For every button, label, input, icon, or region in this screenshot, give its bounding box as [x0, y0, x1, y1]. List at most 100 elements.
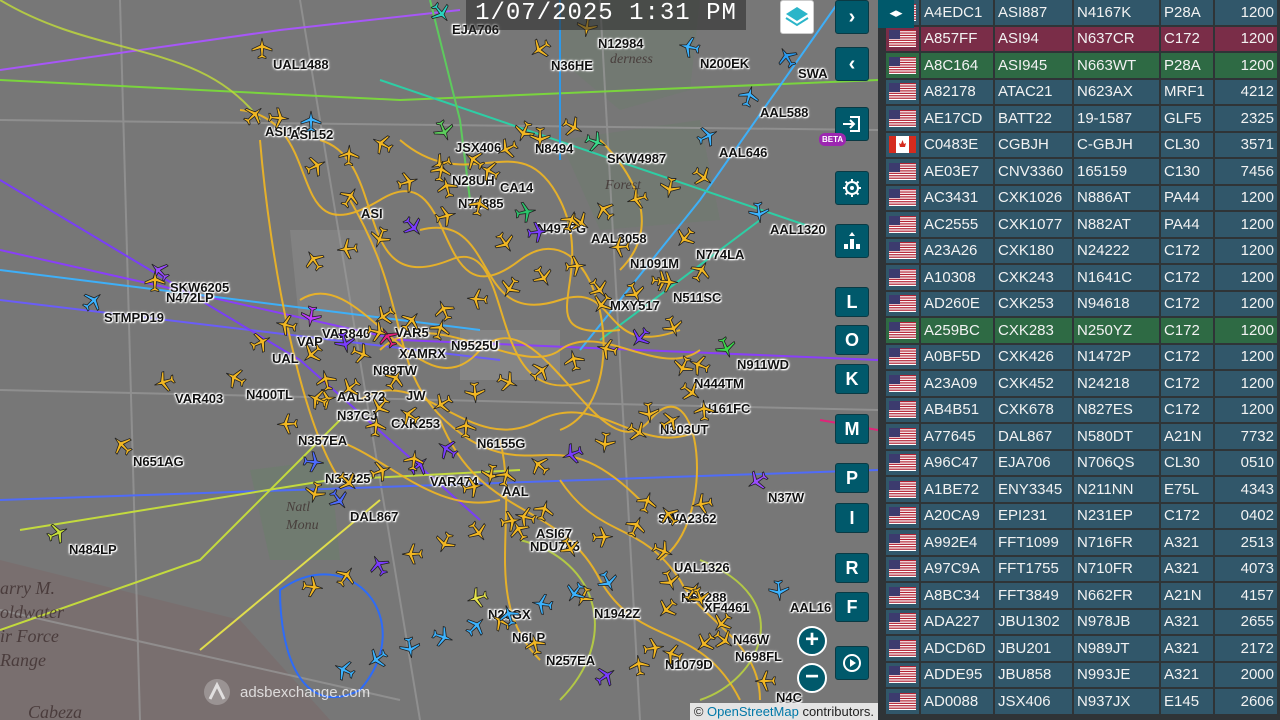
hotkey-button-f[interactable]: F — [835, 592, 869, 622]
aircraft-label[interactable]: N357EA — [298, 433, 347, 448]
aircraft-icon[interactable] — [593, 431, 617, 455]
aircraft-icon[interactable] — [364, 414, 388, 438]
table-row[interactable]: A77645 DAL867 N580DT A21N 7732 — [886, 424, 1277, 449]
aircraft-icon[interactable] — [144, 270, 166, 293]
table-row[interactable]: A20CA9 EPI231 N231EP C172 0402 — [886, 503, 1277, 528]
aircraft-icon[interactable] — [397, 635, 422, 660]
aircraft-icon[interactable] — [656, 270, 679, 293]
aircraft-label[interactable]: N200EK — [700, 56, 749, 71]
table-row[interactable]: AC3431 CXK1026 N886AT PA44 1200 — [886, 185, 1277, 210]
aircraft-icon[interactable] — [465, 287, 489, 310]
aircraft-label[interactable]: N6155G — [477, 436, 525, 451]
aircraft-icon[interactable] — [767, 579, 791, 603]
aircraft-label[interactable]: N698FL — [735, 649, 782, 664]
aircraft-icon[interactable] — [747, 201, 772, 226]
aircraft-icon[interactable] — [627, 653, 652, 678]
aircraft-icon[interactable] — [402, 448, 427, 473]
next-button[interactable]: › — [835, 0, 869, 34]
table-row[interactable]: AD260E CXK253 N94618 C172 1200 — [886, 291, 1277, 316]
hotkey-button-o[interactable]: O — [835, 325, 869, 355]
zoom-out-button[interactable]: − — [797, 663, 827, 693]
table-row[interactable]: A992E4 FFT1099 N716FR A321 2513 — [886, 530, 1277, 555]
table-row[interactable]: AE03E7 CNV3360 165159 C130 7456 — [886, 159, 1277, 184]
aircraft-icon[interactable] — [455, 416, 478, 439]
aircraft-icon[interactable] — [529, 126, 551, 149]
aircraft-label[interactable]: N1942Z — [594, 606, 640, 621]
hotkey-button-p[interactable]: P — [835, 463, 869, 493]
aircraft-label[interactable]: N46W — [733, 632, 769, 647]
aircraft-label[interactable]: N257EA — [546, 653, 595, 668]
hotkey-button-m[interactable]: M — [835, 414, 869, 444]
hotkey-button-r[interactable]: R — [835, 553, 869, 583]
panel-toggle-button[interactable]: ◂▸ — [878, 0, 914, 28]
table-row[interactable]: AC2555 CXK1077 N882AT PA44 1200 — [886, 212, 1277, 237]
aircraft-label[interactable]: CA14 — [500, 180, 533, 195]
aircraft-label[interactable]: VAR403 — [175, 391, 223, 406]
table-row[interactable]: A10308 CXK243 N1641C C172 1200 — [886, 265, 1277, 290]
aircraft-label[interactable]: UAL1326 — [674, 560, 730, 575]
table-row[interactable]: A259BC CXK283 N250YZ C172 1200 — [886, 318, 1277, 343]
aircraft-label[interactable]: N9525U — [451, 338, 499, 353]
aircraft-icon[interactable] — [401, 543, 424, 565]
table-row[interactable]: A8C164 ASI945 N663WT P28A 1200 — [886, 53, 1277, 78]
hotkey-button-i[interactable]: I — [835, 503, 869, 533]
aircraft-label[interactable]: JW — [406, 388, 426, 403]
settings-button[interactable] — [835, 171, 869, 205]
aircraft-label[interactable]: STMPD19 — [104, 310, 164, 325]
prev-button[interactable]: ‹ — [835, 47, 869, 81]
osm-link[interactable]: OpenStreetMap — [707, 704, 799, 719]
table-row[interactable]: A23A26 CXK180 N24222 C172 1200 — [886, 238, 1277, 263]
aircraft-icon[interactable] — [338, 144, 361, 167]
aircraft-icon[interactable] — [302, 450, 326, 474]
table-row[interactable]: ADA227 JBU1302 N978JB A321 2655 — [886, 609, 1277, 634]
hotkey-button-l[interactable]: L — [835, 287, 869, 317]
aircraft-icon[interactable] — [276, 413, 299, 436]
aircraft-label[interactable]: SWA — [798, 66, 828, 81]
layers-button[interactable] — [780, 0, 814, 34]
table-row[interactable]: C0483E CGBJH C-GBJH CL30 3571 — [886, 132, 1277, 157]
aircraft-icon[interactable] — [267, 106, 290, 129]
aircraft-label[interactable]: N12984 — [598, 36, 644, 51]
aircraft-label[interactable]: UAL — [272, 351, 299, 366]
table-row[interactable]: A1BE72 ENY3345 N211NN E75L 4343 — [886, 477, 1277, 502]
aircraft-icon[interactable] — [335, 237, 359, 261]
altitude-button[interactable] — [835, 224, 869, 258]
table-row[interactable]: ADCD6D JBU201 N989JT A321 2172 — [886, 636, 1277, 661]
aircraft-icon[interactable] — [498, 508, 523, 533]
aircraft-label[interactable]: N511SC — [673, 290, 721, 305]
hotkey-button-k[interactable]: K — [835, 364, 869, 394]
aircraft-label[interactable]: N400TL — [246, 387, 293, 402]
aircraft-icon[interactable] — [460, 474, 486, 500]
aircraft-label[interactable]: N36HE — [551, 58, 593, 73]
table-row[interactable]: A8BC34 FFT3849 N662FR A21N 4157 — [886, 583, 1277, 608]
aircraft-label[interactable]: ASI — [361, 206, 383, 221]
aircraft-label[interactable]: N472LP — [166, 290, 214, 305]
aircraft-icon[interactable] — [564, 254, 588, 278]
aircraft-label[interactable]: SKW4987 — [607, 151, 666, 166]
aircraft-icon[interactable] — [607, 235, 631, 258]
aircraft-label[interactable]: XAMRX — [399, 346, 446, 361]
aircraft-label[interactable]: AAL1320 — [770, 222, 826, 237]
table-row[interactable]: A0BF5D CXK426 N1472P C172 1200 — [886, 344, 1277, 369]
aircraft-label[interactable]: N911WD — [737, 357, 789, 372]
aircraft-icon[interactable] — [251, 37, 273, 59]
table-row[interactable]: AB4B51 CXK678 N827ES C172 1200 — [886, 397, 1277, 422]
aircraft-icon[interactable] — [466, 192, 492, 218]
aircraft-label[interactable]: DAL867 — [350, 509, 398, 524]
table-row[interactable]: AD0088 JSX406 N937JX E145 2606 — [886, 689, 1277, 714]
aircraft-label[interactable]: N484LP — [69, 542, 117, 557]
replay-button[interactable] — [835, 646, 869, 680]
zoom-in-button[interactable]: + — [797, 626, 827, 656]
table-row[interactable]: A97C9A FFT1755 N710FR A321 4073 — [886, 556, 1277, 581]
aircraft-icon[interactable] — [301, 575, 326, 600]
aircraft-label[interactable]: UAL1488 — [273, 57, 329, 72]
aircraft-icon[interactable] — [692, 398, 715, 422]
table-row[interactable]: A23A09 CXK452 N24218 C172 1200 — [886, 371, 1277, 396]
aircraft-icon[interactable] — [754, 670, 777, 692]
aircraft-label[interactable]: N37W — [768, 490, 804, 505]
table-row[interactable]: A857FF ASI94 N637CR C172 1200 — [886, 26, 1277, 51]
table-row[interactable]: A4EDC1 ASI887 N4167K P28A 1200 — [886, 0, 1277, 25]
aircraft-icon[interactable] — [463, 381, 486, 404]
aircraft-icon[interactable] — [689, 491, 715, 517]
aircraft-icon[interactable] — [428, 158, 453, 183]
